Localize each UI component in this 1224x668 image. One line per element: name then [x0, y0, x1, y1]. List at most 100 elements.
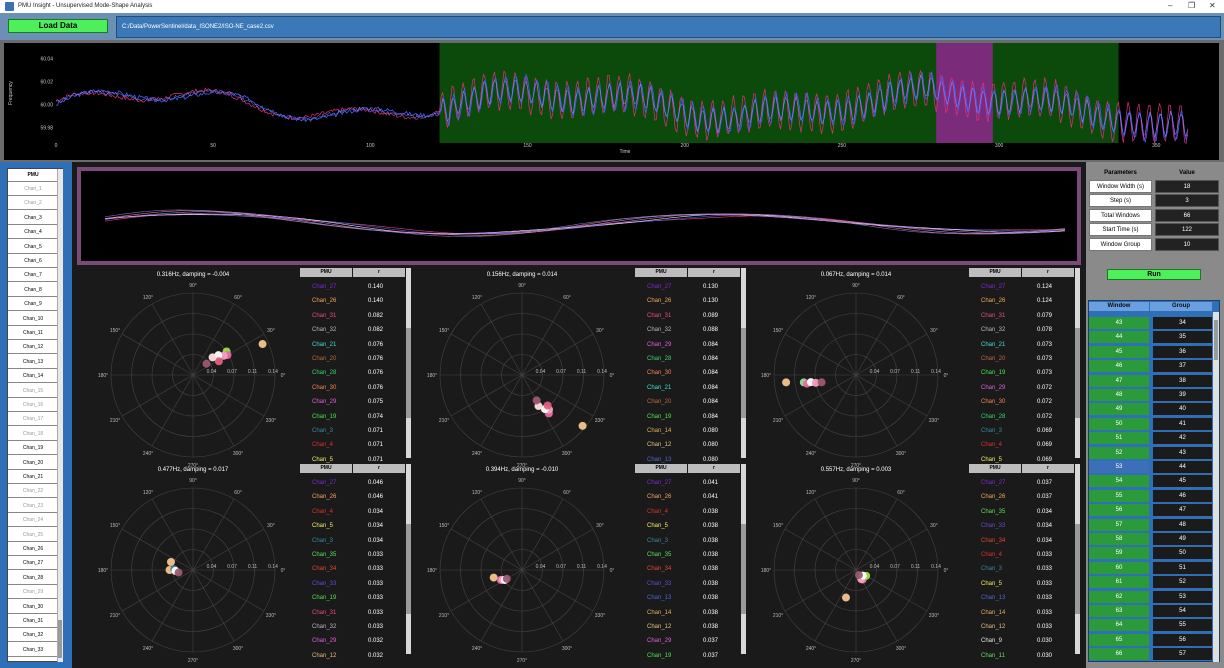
pmu-list-item[interactable]: Chan_29 — [8, 586, 58, 600]
pmu-list-item[interactable]: Chan_27 — [8, 557, 58, 571]
table-scroll-thumb[interactable] — [1075, 524, 1080, 614]
pmu-list-item[interactable]: Chan_24 — [8, 514, 58, 528]
group-cell[interactable]: 40 — [1153, 403, 1212, 416]
pmu-list-item[interactable]: Chan_6 — [8, 255, 58, 268]
pmu-list-scroll-thumb[interactable] — [58, 620, 62, 658]
table-row[interactable]: Chan_12 0.033 — [969, 620, 1074, 634]
table-row[interactable]: Chan_12 0.032 — [300, 649, 405, 663]
window-cell[interactable]: 65 — [1089, 633, 1149, 646]
group-cell[interactable]: 55 — [1153, 619, 1212, 632]
table-row[interactable]: Chan_26 0.130 — [635, 294, 740, 308]
window-cell[interactable]: 55 — [1089, 489, 1149, 502]
pmu-list-item[interactable]: Chan_26 — [8, 543, 58, 556]
pmu-list-item[interactable]: Chan_4 — [8, 226, 58, 240]
table-row[interactable]: Chan_14 0.080 — [635, 424, 740, 438]
pmu-list-item[interactable]: Chan_30 — [8, 600, 58, 614]
window-cell[interactable]: 66 — [1089, 648, 1149, 661]
table-row[interactable]: Chan_30 0.084 — [635, 366, 740, 380]
table-row[interactable]: Chan_34 0.034 — [969, 534, 1074, 548]
minimize-icon[interactable]: – — [1168, 1, 1172, 10]
table-row[interactable]: Chan_19 0.037 — [635, 649, 740, 663]
window-cell[interactable]: 61 — [1089, 576, 1149, 589]
load-data-button[interactable]: Load Data — [8, 19, 108, 33]
group-cell[interactable]: 38 — [1153, 374, 1212, 387]
table-row[interactable]: Chan_19 0.033 — [300, 591, 405, 605]
pmu-list-item[interactable]: Chan_20 — [8, 456, 58, 470]
table-row[interactable]: Chan_29 0.032 — [300, 634, 405, 648]
run-button[interactable]: Run — [1107, 269, 1201, 280]
table-scrollbar[interactable] — [406, 268, 411, 458]
window-cell[interactable]: 56 — [1089, 504, 1149, 517]
table-row[interactable]: Chan_31 0.033 — [300, 606, 405, 620]
pmu-list-item[interactable]: Chan_2 — [8, 197, 58, 211]
pmu-list-item[interactable]: Chan_15 — [8, 384, 58, 398]
table-row[interactable]: Chan_29 0.075 — [300, 395, 405, 409]
table-scrollbar[interactable] — [406, 464, 411, 654]
table-row[interactable]: Chan_20 0.073 — [969, 352, 1074, 366]
table-row[interactable]: Chan_3 0.038 — [635, 534, 740, 548]
group-cell[interactable]: 52 — [1153, 576, 1212, 589]
maximize-icon[interactable]: ❐ — [1188, 1, 1195, 10]
analysis-range-highlight[interactable] — [439, 43, 1119, 143]
table-scrollbar[interactable] — [741, 268, 746, 458]
pmu-list[interactable]: PMU Chan_1 Chan_2 Chan_3 Chan_4 Chan_5 Chan_6 C… — [7, 168, 63, 662]
pmu-list-item[interactable]: Chan_1 — [8, 183, 58, 196]
table-row[interactable]: Chan_26 0.124 — [969, 294, 1074, 308]
pmu-list-item[interactable]: Chan_21 — [8, 471, 58, 484]
window-cell[interactable]: 64 — [1089, 619, 1149, 632]
window-group-scrollbar[interactable] — [1213, 312, 1219, 662]
pmu-list-item[interactable]: Chan_9 — [8, 298, 58, 312]
window-cell[interactable]: 48 — [1089, 389, 1149, 401]
window-cell[interactable]: 57 — [1089, 518, 1149, 531]
table-row[interactable]: Chan_27 0.140 — [300, 280, 405, 294]
pmu-list-item[interactable]: Chan_28 — [8, 571, 58, 585]
table-row[interactable]: Chan_27 0.130 — [635, 280, 740, 294]
table-row[interactable]: Chan_14 0.038 — [635, 606, 740, 620]
parameter-value-field[interactable]: 18 — [1155, 180, 1219, 193]
table-row[interactable]: Chan_35 0.033 — [300, 548, 405, 562]
table-scrollbar[interactable] — [1075, 268, 1080, 458]
table-row[interactable]: Chan_5 0.038 — [635, 519, 740, 533]
pmu-list-item[interactable]: Chan_13 — [8, 355, 58, 369]
table-row[interactable]: Chan_27 0.046 — [300, 476, 405, 490]
table-row[interactable]: Chan_5 0.034 — [300, 519, 405, 533]
group-cell[interactable]: 56 — [1153, 633, 1212, 646]
table-row[interactable]: Chan_32 0.088 — [635, 323, 740, 337]
table-row[interactable]: Chan_29 0.072 — [969, 381, 1074, 395]
parameter-value-field[interactable]: 122 — [1155, 223, 1219, 237]
table-row[interactable]: Chan_31 0.079 — [969, 309, 1074, 323]
table-row[interactable]: Chan_28 0.072 — [969, 410, 1074, 424]
window-cell[interactable]: 53 — [1089, 461, 1149, 473]
table-row[interactable]: Chan_30 0.072 — [969, 395, 1074, 409]
window-cell[interactable]: 47 — [1089, 374, 1149, 387]
pmu-list-item[interactable]: Chan_19 — [8, 442, 58, 456]
table-row[interactable]: Chan_33 0.038 — [635, 577, 740, 591]
table-row[interactable]: Chan_34 0.033 — [300, 562, 405, 576]
table-row[interactable]: Chan_4 0.038 — [635, 505, 740, 519]
group-cell[interactable]: 53 — [1153, 590, 1212, 603]
pmu-list-item[interactable]: Chan_22 — [8, 485, 58, 499]
table-row[interactable]: Chan_27 0.037 — [969, 476, 1074, 490]
pmu-list-item[interactable]: Chan_5 — [8, 240, 58, 254]
table-row[interactable]: Chan_4 0.034 — [300, 505, 405, 519]
window-cell[interactable]: 50 — [1089, 417, 1149, 430]
pmu-list-item[interactable]: Chan_33 — [8, 643, 58, 657]
window-cell[interactable]: 63 — [1089, 605, 1149, 617]
close-icon[interactable]: ✕ — [1209, 1, 1216, 10]
parameter-value-field[interactable]: 3 — [1155, 194, 1219, 208]
table-row[interactable]: Chan_9 0.030 — [969, 634, 1074, 648]
table-row[interactable]: Chan_33 0.034 — [969, 519, 1074, 533]
window-group-scroll-thumb[interactable] — [1214, 320, 1218, 360]
table-row[interactable]: Chan_21 0.076 — [300, 338, 405, 352]
table-row[interactable]: Chan_19 0.073 — [969, 366, 1074, 380]
group-cell[interactable]: 44 — [1153, 461, 1212, 473]
window-cell[interactable]: 54 — [1089, 475, 1149, 488]
table-scroll-thumb[interactable] — [741, 328, 746, 418]
window-cell[interactable]: 49 — [1089, 403, 1149, 416]
group-cell[interactable]: 47 — [1153, 504, 1212, 517]
pmu-list-item[interactable]: Chan_12 — [8, 341, 58, 355]
table-row[interactable]: Chan_21 0.073 — [969, 338, 1074, 352]
table-row[interactable]: Chan_19 0.084 — [635, 410, 740, 424]
pmu-list-item[interactable]: Chan_17 — [8, 413, 58, 427]
window-cell[interactable]: 58 — [1089, 533, 1149, 545]
